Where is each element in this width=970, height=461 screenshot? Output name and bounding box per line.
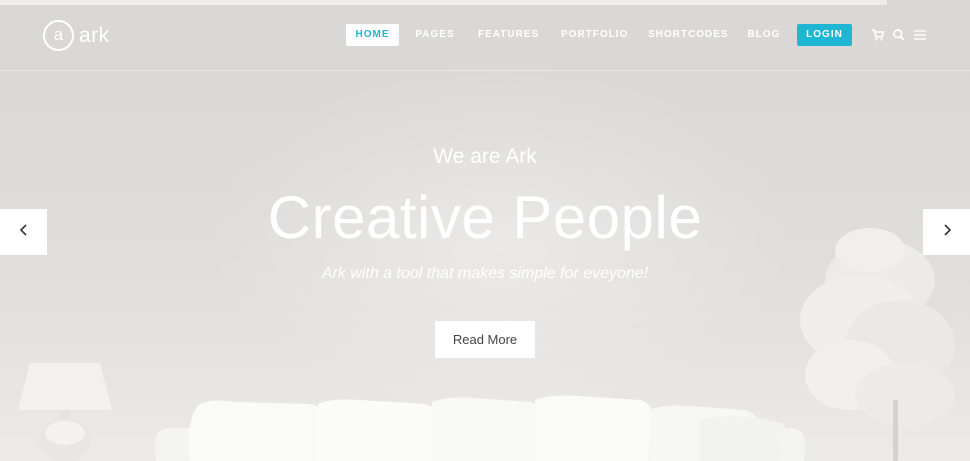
chevron-right-icon bbox=[942, 223, 952, 242]
site-header: a ark HOME PAGES FEATURES PORTFOLIO SHOR… bbox=[0, 0, 970, 71]
search-icon[interactable] bbox=[892, 28, 906, 42]
login-button[interactable]: LOGIN bbox=[797, 24, 852, 46]
tree-illustration bbox=[800, 228, 955, 461]
slider-next-button[interactable] bbox=[923, 209, 970, 255]
logo-text: ark bbox=[79, 23, 110, 47]
nav-portfolio[interactable]: PORTFOLIO bbox=[561, 24, 627, 46]
chevron-left-icon bbox=[19, 223, 29, 242]
hero-subtitle: Ark with a tool that makes simple for ev… bbox=[321, 265, 649, 282]
logo-mark: a bbox=[43, 20, 74, 51]
hero-headline: Creative People bbox=[267, 184, 703, 251]
hero-slide: a ark HOME PAGES FEATURES PORTFOLIO SHOR… bbox=[0, 0, 970, 461]
logo[interactable]: a ark bbox=[43, 20, 110, 51]
menu-icon[interactable] bbox=[913, 28, 927, 42]
nav-blog[interactable]: BLOG bbox=[746, 24, 782, 46]
slider-prev-button[interactable] bbox=[0, 209, 47, 255]
cart-icon[interactable] bbox=[871, 28, 885, 42]
sofa-illustration bbox=[155, 395, 805, 461]
lamp-illustration bbox=[18, 363, 112, 461]
nav-pages[interactable]: PAGES bbox=[414, 24, 456, 46]
read-more-button[interactable]: Read More bbox=[435, 321, 535, 358]
hero-tagline: We are Ark bbox=[433, 145, 537, 168]
nav-home[interactable]: HOME bbox=[346, 24, 399, 46]
nav-features[interactable]: FEATURES bbox=[478, 24, 538, 46]
nav-shortcodes[interactable]: SHORTCODES bbox=[648, 24, 728, 46]
